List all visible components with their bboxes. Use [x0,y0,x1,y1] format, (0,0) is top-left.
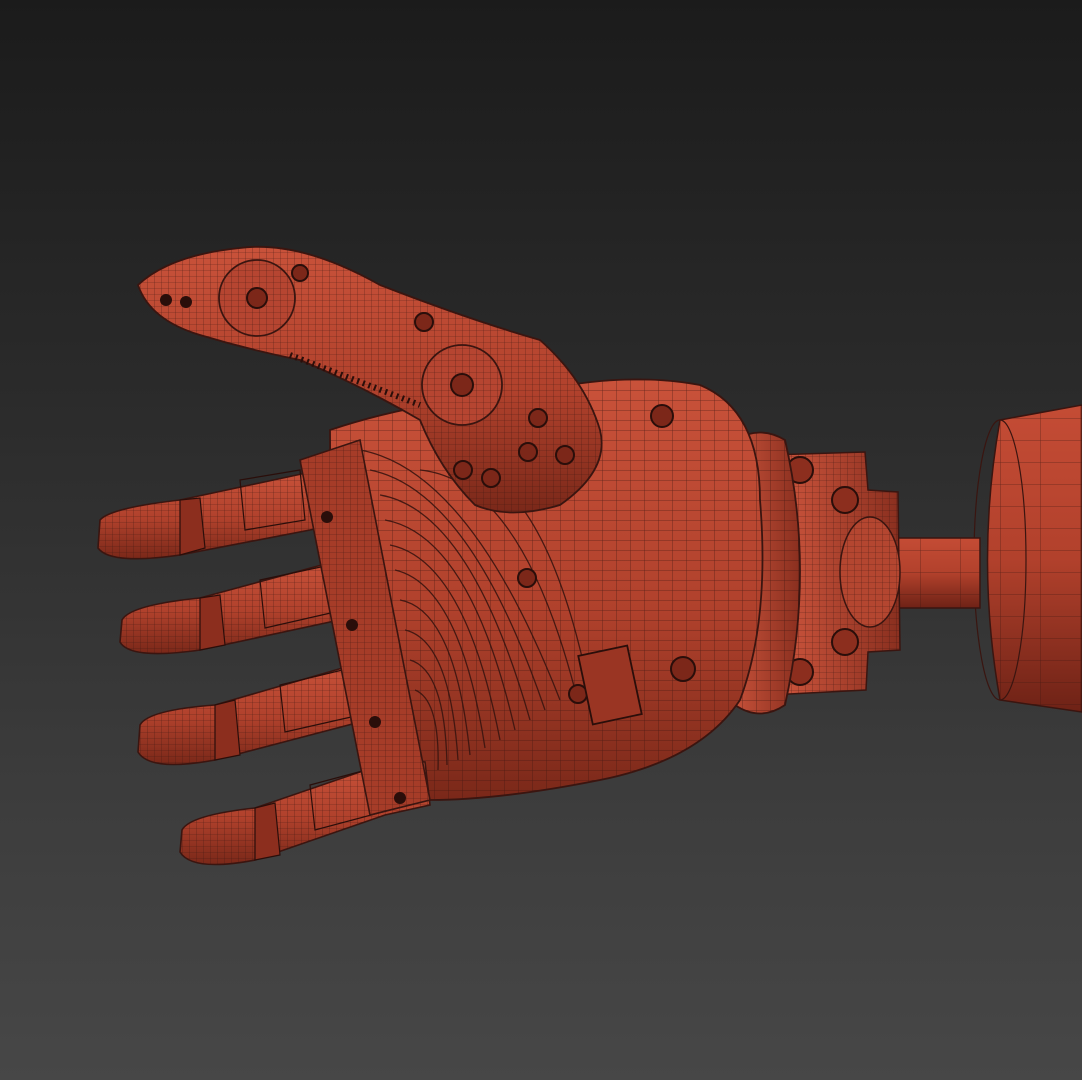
forearm-cylinder [973,404,1082,713]
3d-viewport[interactable] [0,0,1082,1080]
robot-hand-render [97,245,1082,866]
